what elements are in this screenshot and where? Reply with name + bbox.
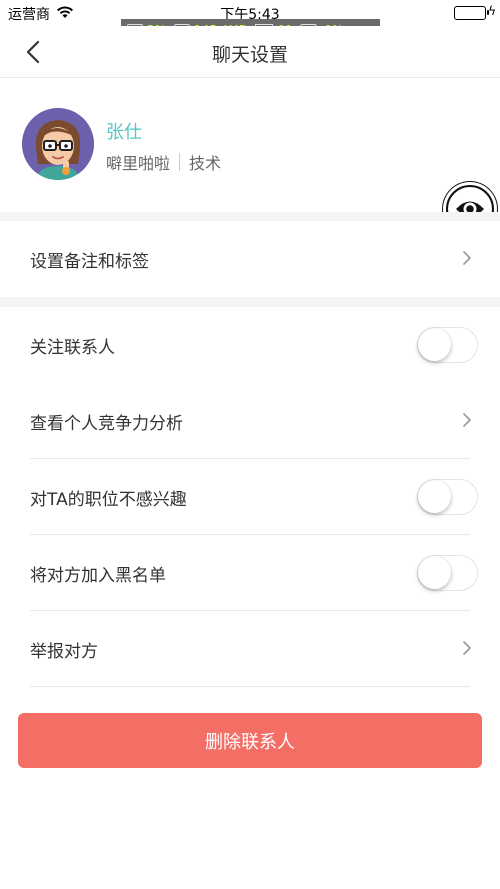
section-divider	[0, 297, 500, 307]
toggle-knob	[418, 328, 451, 361]
charging-icon: ϟ	[488, 4, 496, 18]
row-divider	[30, 686, 470, 687]
toggle-knob	[418, 556, 451, 589]
contact-nickname: 噼里啪啦	[106, 154, 171, 173]
section-divider	[0, 212, 500, 221]
not-interested-label: 对TA的职位不感兴趣	[30, 490, 187, 510]
blacklist-label: 将对方加入黑名单	[30, 566, 166, 586]
follow-label: 关注联系人	[30, 338, 115, 358]
analysis-label: 查看个人竞争力分析	[30, 414, 183, 434]
nav-bar: 聊天设置	[0, 26, 500, 78]
contact-name: 张仕	[106, 122, 142, 143]
divider	[179, 153, 181, 171]
page-title: 聊天设置	[211, 44, 288, 66]
blacklist-toggle[interactable]	[417, 555, 478, 591]
toggle-knob	[418, 480, 451, 513]
contact-role: 技术	[189, 154, 222, 173]
delete-contact-button[interactable]: 删除联系人	[18, 713, 482, 768]
profile-header[interactable]: 张仕 噼里啪啦 技术	[0, 78, 500, 212]
follow-row: 关注联系人	[0, 307, 500, 383]
blacklist-row: 将对方加入黑名单	[0, 535, 500, 611]
contact-subtitle: 噼里啪啦 技术	[106, 150, 221, 174]
remark-label: 设置备注和标签	[30, 252, 149, 272]
not-interested-toggle[interactable]	[417, 479, 478, 515]
chevron-right-icon	[463, 251, 471, 265]
chevron-right-icon	[463, 641, 471, 655]
analysis-row[interactable]: 查看个人竞争力分析	[0, 383, 500, 459]
follow-toggle[interactable]	[417, 327, 478, 363]
battery-icon	[454, 6, 489, 20]
not-interested-row: 对TA的职位不感兴趣	[0, 459, 500, 535]
report-label: 举报对方	[30, 642, 98, 662]
report-row[interactable]: 举报对方	[0, 611, 500, 687]
avatar[interactable]	[22, 108, 94, 180]
remark-row[interactable]: 设置备注和标签	[0, 221, 500, 297]
chevron-right-icon	[463, 413, 471, 427]
